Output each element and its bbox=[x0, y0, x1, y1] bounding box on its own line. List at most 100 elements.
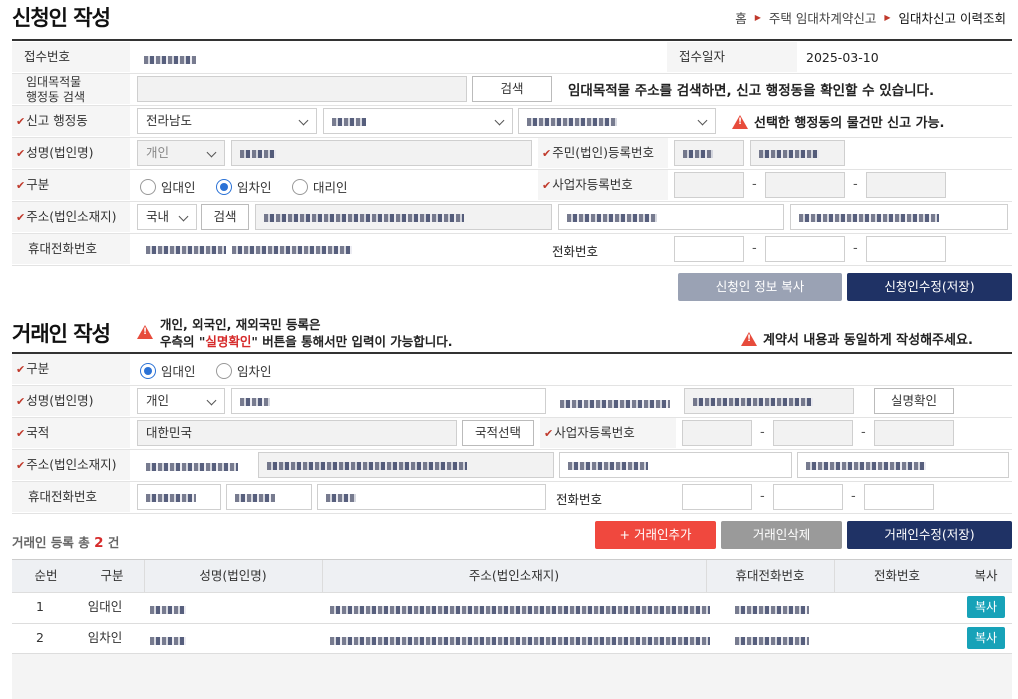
add-counterparty-button[interactable]: + 거래인추가 bbox=[595, 521, 716, 549]
nationality-label: ✔국적 bbox=[12, 418, 130, 448]
breadcrumb-current: 임대차신고 이력조회 bbox=[898, 11, 1006, 26]
breadcrumb-section[interactable]: 주택 임대차계약신고 bbox=[769, 8, 876, 27]
row-name bbox=[150, 602, 186, 617]
chevron-right-icon: ▶ bbox=[884, 13, 891, 22]
row-type: 임차인 bbox=[87, 630, 123, 645]
cp-phone-2[interactable] bbox=[773, 484, 843, 510]
name-label: ✔성명(법인명) bbox=[12, 138, 130, 168]
radio-agent[interactable]: 대리인 bbox=[292, 177, 348, 196]
required-check-icon: ✔ bbox=[16, 147, 26, 160]
th-name: 성명(법인명) bbox=[144, 560, 322, 592]
phone-label: 전화번호 bbox=[552, 244, 599, 259]
district-select[interactable] bbox=[323, 108, 513, 134]
province-select[interactable]: 전라남도 bbox=[137, 108, 317, 134]
cp-radio-lessor[interactable]: 임대인 bbox=[140, 361, 196, 380]
cp-phone-label: 전화번호 bbox=[556, 492, 603, 507]
cp-biz-1[interactable] bbox=[682, 420, 752, 446]
biz-no-3[interactable] bbox=[866, 172, 946, 198]
required-check-icon: ✔ bbox=[544, 427, 554, 440]
cp-mobile-2[interactable] bbox=[226, 484, 312, 510]
contract-warning: 계약서 내용과 동일하게 작성해주세요. bbox=[741, 329, 973, 348]
phone-2[interactable] bbox=[765, 236, 845, 262]
cp-biz-2[interactable] bbox=[773, 420, 853, 446]
phone-3[interactable] bbox=[866, 236, 946, 262]
row-name bbox=[150, 633, 186, 648]
cp-count-number: 2 bbox=[94, 535, 104, 551]
addr-search-hint: 임대목적물 주소를 검색하면, 신고 행정동을 확인할 수 있습니다. bbox=[568, 83, 935, 99]
dong-label: ✔신고 행정동 bbox=[12, 106, 130, 136]
addr-search-input[interactable] bbox=[137, 76, 467, 102]
nationality-input[interactable]: 대한민국 bbox=[137, 420, 457, 446]
cp-mobile-1[interactable] bbox=[137, 484, 221, 510]
cp-mobile-3[interactable] bbox=[317, 484, 546, 510]
th-mobile: 휴대전화번호 bbox=[706, 560, 834, 592]
cp-rrn-back[interactable] bbox=[684, 388, 854, 414]
required-check-icon: ✔ bbox=[16, 211, 26, 224]
address-search-button[interactable]: 검색 bbox=[201, 204, 249, 230]
cp-person-type-select[interactable]: 개인 bbox=[137, 388, 225, 414]
receipt-date-label: 접수일자 bbox=[667, 42, 797, 72]
warning-icon bbox=[741, 331, 757, 346]
cp-address-detail[interactable] bbox=[559, 452, 792, 478]
cp-count: 거래인 등록 총 2 건 bbox=[12, 535, 120, 551]
rrn-front-input[interactable] bbox=[674, 140, 744, 166]
required-check-icon: ✔ bbox=[16, 115, 26, 128]
breadcrumb-home[interactable]: 홈 bbox=[735, 8, 747, 27]
name-input[interactable] bbox=[231, 140, 532, 166]
mobile-value bbox=[146, 242, 226, 257]
dong-warning: 선택한 행정동의 물건만 신고 가능. bbox=[732, 112, 944, 131]
cp-mobile-label: 휴대전화번호 bbox=[12, 482, 130, 512]
copy-row-button[interactable]: 복사 bbox=[967, 627, 1005, 649]
required-check-icon: ✔ bbox=[16, 459, 26, 472]
address-label: ✔주소(법인소재지) bbox=[12, 202, 130, 232]
rrn-label: ✔주민(법인)등록번호 bbox=[538, 138, 668, 168]
th-phone: 전화번호 bbox=[834, 560, 960, 592]
breadcrumb: 홈 ▶ 주택 임대차계약신고 ▶ 임대차신고 이력조회 bbox=[735, 8, 1006, 27]
addr-search-button[interactable]: 검색 bbox=[472, 76, 552, 102]
required-check-icon: ✔ bbox=[16, 363, 26, 376]
person-type-select[interactable]: 개인 bbox=[137, 140, 225, 166]
th-no: 순번 bbox=[12, 560, 80, 592]
cp-name-input[interactable] bbox=[231, 388, 546, 414]
row-address bbox=[330, 633, 710, 648]
cp-phone-1[interactable] bbox=[682, 484, 752, 510]
row-mobile bbox=[735, 602, 809, 617]
address-input[interactable] bbox=[255, 204, 552, 230]
address-extra-input[interactable] bbox=[790, 204, 1008, 230]
delete-counterparty-button[interactable]: 거래인삭제 bbox=[721, 521, 842, 549]
cp-phone-3[interactable] bbox=[864, 484, 934, 510]
rrn-back-input[interactable] bbox=[750, 140, 845, 166]
cp-radio-lessee[interactable]: 임차인 bbox=[216, 361, 272, 380]
address-detail-input[interactable] bbox=[558, 204, 784, 230]
required-check-icon: ✔ bbox=[16, 427, 26, 440]
required-check-icon: ✔ bbox=[16, 395, 26, 408]
copy-row-button[interactable]: 복사 bbox=[967, 596, 1005, 618]
cp-address-label: ✔주소(법인소재지) bbox=[12, 450, 130, 480]
radio-lessee[interactable]: 임차인 bbox=[216, 177, 272, 196]
dong-select[interactable] bbox=[518, 108, 716, 134]
biz-no-1[interactable] bbox=[674, 172, 744, 198]
copy-applicant-button[interactable]: 신청인 정보 복사 bbox=[678, 273, 842, 301]
type-label: ✔구분 bbox=[12, 170, 130, 200]
cp-biz-3[interactable] bbox=[874, 420, 954, 446]
row-no: 1 bbox=[36, 599, 44, 614]
save-counterparty-button[interactable]: 거래인수정(저장) bbox=[847, 521, 1012, 549]
nationality-select-button[interactable]: 국적선택 bbox=[462, 420, 534, 446]
required-check-icon: ✔ bbox=[542, 147, 552, 160]
save-applicant-button[interactable]: 신청인수정(저장) bbox=[847, 273, 1012, 301]
biz-label: ✔사업자등록번호 bbox=[538, 170, 668, 200]
cp-address-input[interactable] bbox=[258, 452, 554, 478]
verify-name-button[interactable]: 실명확인 bbox=[874, 388, 954, 414]
applicant-title: 신청인 작성 bbox=[12, 6, 111, 30]
domestic-select[interactable]: 국내 bbox=[137, 204, 197, 230]
mobile-value-2 bbox=[232, 242, 352, 257]
addr-search-label: 임대목적물 행정동 검색 bbox=[12, 74, 130, 104]
radio-lessor[interactable]: 임대인 bbox=[140, 177, 196, 196]
biz-no-2[interactable] bbox=[765, 172, 845, 198]
warning-icon bbox=[732, 114, 748, 129]
phone-1[interactable] bbox=[674, 236, 744, 262]
receipt-no-label: 접수번호 bbox=[12, 42, 130, 72]
required-check-icon: ✔ bbox=[542, 179, 552, 192]
cp-address-extra[interactable] bbox=[797, 452, 1009, 478]
section-divider bbox=[12, 39, 1012, 41]
